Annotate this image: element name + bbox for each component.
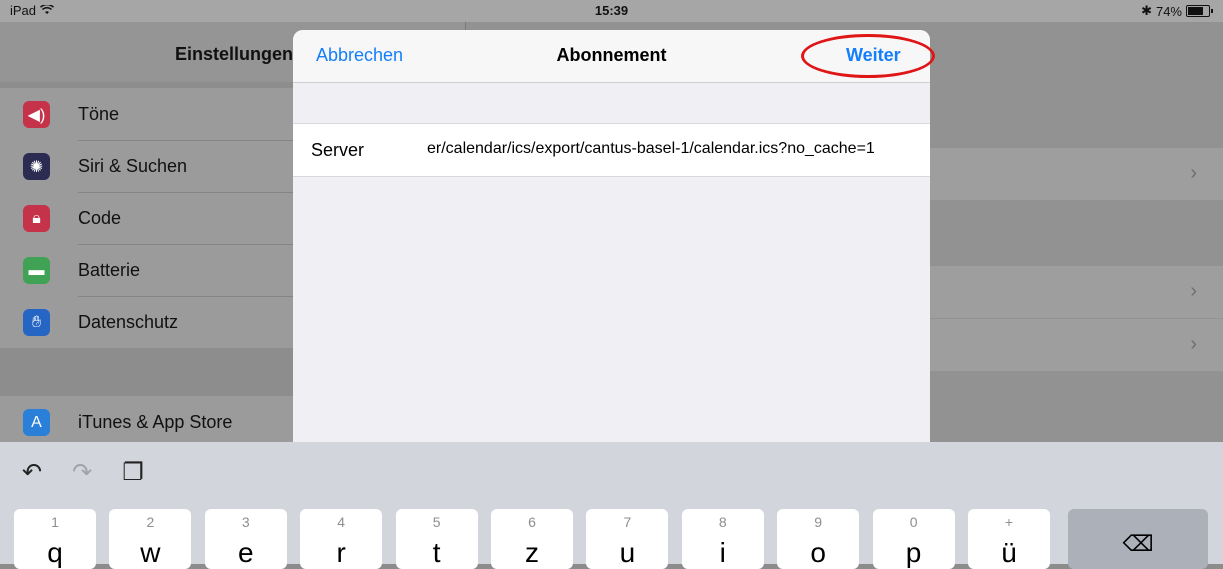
chevron-right-icon: › [1190,333,1197,355]
annotation-circle [801,34,935,78]
key-u[interactable]: 7u [586,509,669,569]
server-field-row[interactable]: Server er/calendar/ics/export/cantus-bas… [293,123,930,177]
delete-icon: ⌫ [1122,531,1154,556]
key-ü[interactable]: + ü [968,509,1050,569]
hand-icon: ✋︎ [23,309,50,336]
key-label: o [810,537,826,568]
key-z[interactable]: 6z [491,509,573,569]
status-bar: iPad 15:39 ✱ 74% [0,0,1223,22]
key-label: w [140,537,161,568]
key-e[interactable]: 3e [204,509,287,569]
siri-icon: ✺ [23,153,50,180]
onscreen-keyboard: ↶ ↷ ❐ 1 q 2 w 3 e 4 r 5 t 6 z 7 u 8 i 9 o 0 p + ü ⌫ [0,442,1223,569]
key-secondary-label: 2 [146,514,155,530]
key-i[interactable]: 8i [681,509,764,569]
key-t[interactable]: 5t [395,509,478,569]
key-secondary-label: 1 [51,514,59,530]
redo-icon[interactable]: ↷ [72,458,92,487]
clock: 15:39 [594,3,629,18]
lock-icon: 🔒︎ [23,205,50,232]
key-label: e [238,537,254,568]
chevron-right-icon: › [1190,280,1197,302]
key-secondary-label: + [1004,514,1014,530]
battery-percent: 74% [1155,3,1182,19]
key-label: t [432,537,441,568]
key-secondary-label: 3 [241,514,250,530]
chevron-right-icon: › [1190,162,1197,184]
key-secondary-label: 4 [337,514,346,530]
key-label: u [619,537,636,568]
subscription-sheet: Abbrechen Abonnement Weiter Server er/ca… [293,30,930,442]
keyboard-toolbar: ↶ ↷ ❐ [22,458,144,487]
bluetooth-icon: ✱ [1141,3,1152,18]
key-label: q [47,537,63,568]
speaker-icon: ◀) [23,101,50,128]
key-label: ü [1001,537,1017,568]
sidebar-title: Einstellungen [175,44,294,64]
key-secondary-label: 5 [432,514,441,530]
key-secondary-label: 9 [814,514,823,530]
undo-icon[interactable]: ↶ [22,458,42,487]
key-secondary-label: 8 [718,514,727,530]
key-o[interactable]: 9o [777,509,860,569]
key-secondary-label: 0 [909,514,918,530]
server-input[interactable]: er/calendar/ics/export/cantus-basel-1/ca… [427,140,907,158]
key-p[interactable]: 0p [872,509,955,569]
key-label: p [905,537,922,568]
key-secondary-label: 6 [528,514,536,530]
delete-key[interactable]: ⌫ [1068,509,1208,569]
appstore-icon: A [23,409,50,436]
server-label: Server [311,140,365,160]
paste-icon[interactable]: ❐ [122,458,144,487]
key-label: r [336,537,346,568]
key-w[interactable]: 2w [109,509,192,569]
key-r[interactable]: 4r [300,509,383,569]
key-label: z [525,537,539,568]
key-q[interactable]: 1q [14,509,96,569]
key-label: i [719,537,726,568]
battery-icon [1186,5,1210,17]
battery-icon: ▬ [23,257,50,284]
key-secondary-label: 7 [623,514,632,530]
